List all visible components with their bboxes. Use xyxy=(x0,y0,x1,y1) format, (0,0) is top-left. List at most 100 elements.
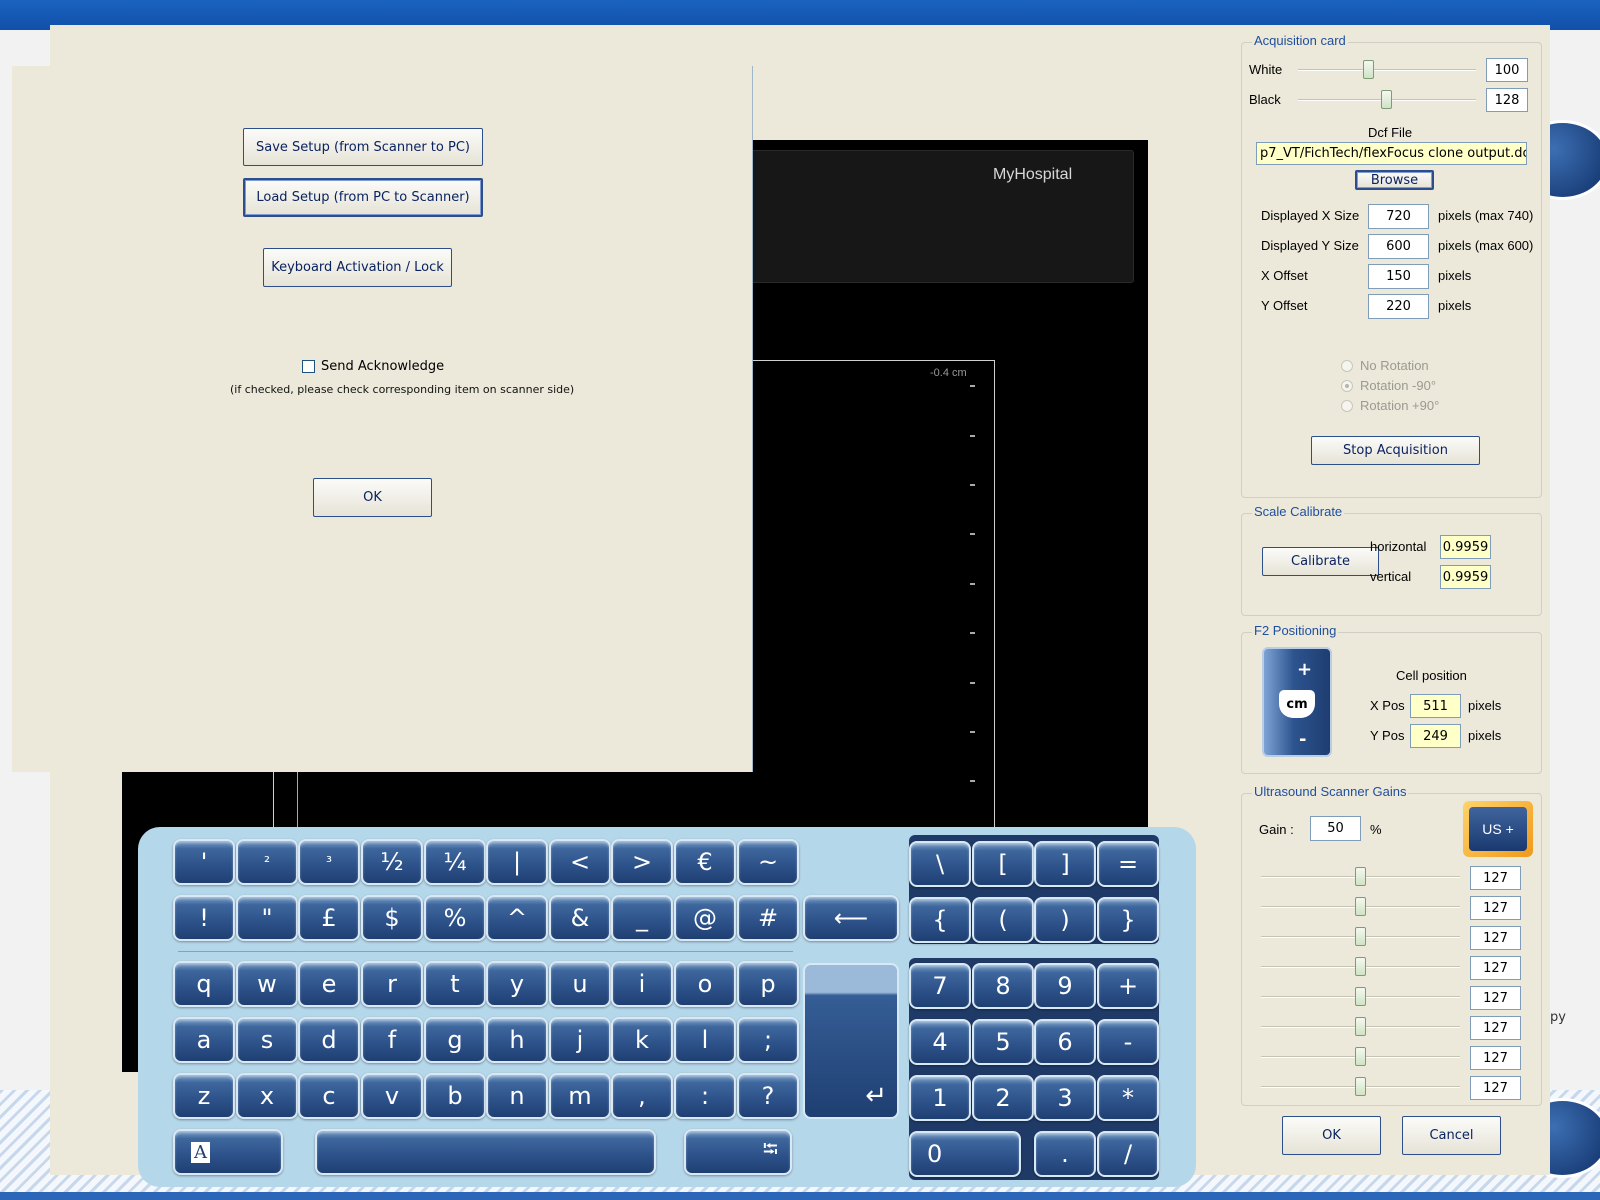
ok-button[interactable]: OK xyxy=(1282,1116,1381,1155)
key-f[interactable]: f xyxy=(361,1017,423,1063)
key-less-than[interactable]: < xyxy=(549,839,611,885)
rotation-plus90-option[interactable]: Rotation +90° xyxy=(1341,398,1439,413)
gain-slider-value-5[interactable]: 127 xyxy=(1470,986,1521,1010)
gain-slider-thumb-8[interactable] xyxy=(1355,1077,1366,1096)
f2-minus-icon[interactable]: - xyxy=(1299,729,1306,750)
calibrate-button[interactable]: Calibrate xyxy=(1262,547,1379,576)
gain-slider-value-8[interactable]: 127 xyxy=(1470,1076,1521,1100)
key-q[interactable]: q xyxy=(173,961,235,1007)
key-plus[interactable]: + xyxy=(1097,963,1159,1009)
key-asterisk[interactable]: * xyxy=(1097,1075,1159,1121)
key-pound[interactable]: £ xyxy=(298,895,360,941)
send-acknowledge-row[interactable]: Send Acknowledge xyxy=(302,359,444,374)
white-value-field[interactable]: 100 xyxy=(1486,58,1528,82)
key-n[interactable]: n xyxy=(486,1073,548,1119)
key-greater-than[interactable]: > xyxy=(611,839,673,885)
black-value-field[interactable]: 128 xyxy=(1486,88,1528,112)
gain-slider-value-4[interactable]: 127 xyxy=(1470,956,1521,980)
gain-slider-value-7[interactable]: 127 xyxy=(1470,1046,1521,1070)
rotation-plus90-radio[interactable] xyxy=(1341,399,1353,412)
key-v[interactable]: v xyxy=(361,1073,423,1119)
key-euro[interactable]: € xyxy=(674,839,736,885)
key-x[interactable]: x xyxy=(236,1073,298,1119)
key-caps-lock[interactable]: A xyxy=(173,1129,283,1175)
stop-acquisition-button[interactable]: Stop Acquisition xyxy=(1311,436,1480,465)
key-percent[interactable]: % xyxy=(424,895,486,941)
key-2[interactable]: 2 xyxy=(972,1075,1034,1121)
key-e[interactable]: e xyxy=(298,961,360,1007)
gain-slider-thumb-7[interactable] xyxy=(1355,1047,1366,1066)
key-7[interactable]: 7 xyxy=(909,963,971,1009)
key-backspace[interactable]: ⟵ xyxy=(803,895,899,941)
key-question[interactable]: ? xyxy=(737,1073,799,1119)
key-g[interactable]: g xyxy=(424,1017,486,1063)
key-k[interactable]: k xyxy=(611,1017,673,1063)
key-dollar[interactable]: $ xyxy=(361,895,423,941)
key-space[interactable] xyxy=(315,1129,656,1175)
y-offset-field[interactable]: 220 xyxy=(1368,294,1429,319)
key-y[interactable]: y xyxy=(486,961,548,1007)
key-z[interactable]: z xyxy=(173,1073,235,1119)
key-double-quote[interactable]: " xyxy=(236,895,298,941)
gain-slider-thumb-4[interactable] xyxy=(1355,957,1366,976)
key-t[interactable]: t xyxy=(424,961,486,1007)
gain-slider-value-6[interactable]: 127 xyxy=(1470,1016,1521,1040)
white-slider-track[interactable] xyxy=(1298,69,1476,71)
key-close-brace[interactable]: } xyxy=(1097,897,1159,943)
key-close-bracket[interactable]: ] xyxy=(1034,841,1096,887)
gain-slider-thumb-5[interactable] xyxy=(1355,987,1366,1006)
key-0[interactable]: 0 xyxy=(909,1131,1021,1177)
key-p[interactable]: p xyxy=(737,961,799,1007)
gain-slider-thumb-6[interactable] xyxy=(1355,1017,1366,1036)
key-pipe[interactable]: | xyxy=(486,839,548,885)
us-plus-button[interactable]: US + xyxy=(1463,801,1533,857)
cancel-button[interactable]: Cancel xyxy=(1402,1116,1501,1155)
rotation-none-option[interactable]: No Rotation xyxy=(1341,358,1429,373)
horizontal-scale-field[interactable]: 0.9959 xyxy=(1440,535,1491,559)
key-4[interactable]: 4 xyxy=(909,1019,971,1065)
key-o[interactable]: o xyxy=(674,961,736,1007)
key-1[interactable]: 1 xyxy=(909,1075,971,1121)
key-5[interactable]: 5 xyxy=(972,1019,1034,1065)
key-ampersand[interactable]: & xyxy=(549,895,611,941)
setup-ok-button[interactable]: OK xyxy=(313,478,432,517)
key-quarter[interactable]: ¼ xyxy=(424,839,486,885)
key-superscript-two[interactable]: ² xyxy=(236,839,298,885)
key-j[interactable]: j xyxy=(549,1017,611,1063)
key-w[interactable]: w xyxy=(236,961,298,1007)
key-dot[interactable]: . xyxy=(1034,1131,1096,1177)
key-caret[interactable]: ^ xyxy=(486,895,548,941)
browse-button[interactable]: Browse xyxy=(1355,170,1434,190)
key-superscript-three[interactable]: ³ xyxy=(298,839,360,885)
key-half[interactable]: ½ xyxy=(361,839,423,885)
key-3[interactable]: 3 xyxy=(1034,1075,1096,1121)
key-minus[interactable]: - xyxy=(1097,1019,1159,1065)
key-l[interactable]: l xyxy=(674,1017,736,1063)
key-b[interactable]: b xyxy=(424,1073,486,1119)
key-tab[interactable]: ⭾ xyxy=(684,1129,792,1175)
gain-slider-thumb-1[interactable] xyxy=(1355,867,1366,886)
f2-plus-icon[interactable]: + xyxy=(1297,659,1312,680)
gain-slider-thumb-3[interactable] xyxy=(1355,927,1366,946)
y-size-field[interactable]: 600 xyxy=(1368,234,1429,259)
send-acknowledge-checkbox[interactable] xyxy=(302,360,315,373)
load-setup-button[interactable]: Load Setup (from PC to Scanner) xyxy=(243,178,483,217)
key-enter[interactable]: ↵ xyxy=(803,963,899,1119)
key-semicolon[interactable]: ; xyxy=(737,1017,799,1063)
key-open-paren[interactable]: ( xyxy=(972,897,1034,943)
gain-slider-thumb-2[interactable] xyxy=(1355,897,1366,916)
vertical-scale-field[interactable]: 0.9959 xyxy=(1440,565,1491,589)
key-underscore[interactable]: _ xyxy=(611,895,673,941)
key-apostrophe[interactable]: ' xyxy=(173,839,235,885)
key-c[interactable]: c xyxy=(298,1073,360,1119)
xpos-field[interactable]: 511 xyxy=(1410,694,1461,718)
keyboard-activation-button[interactable]: Keyboard Activation / Lock xyxy=(263,248,452,287)
key-s[interactable]: s xyxy=(236,1017,298,1063)
dcf-file-field[interactable]: p7_VT/FichTech/flexFocus clone output.dc… xyxy=(1256,142,1527,165)
key-d[interactable]: d xyxy=(298,1017,360,1063)
x-offset-field[interactable]: 150 xyxy=(1368,264,1429,289)
key-h[interactable]: h xyxy=(486,1017,548,1063)
key-equals[interactable]: = xyxy=(1097,841,1159,887)
key-a[interactable]: a xyxy=(173,1017,235,1063)
key-slash[interactable]: / xyxy=(1097,1131,1159,1177)
